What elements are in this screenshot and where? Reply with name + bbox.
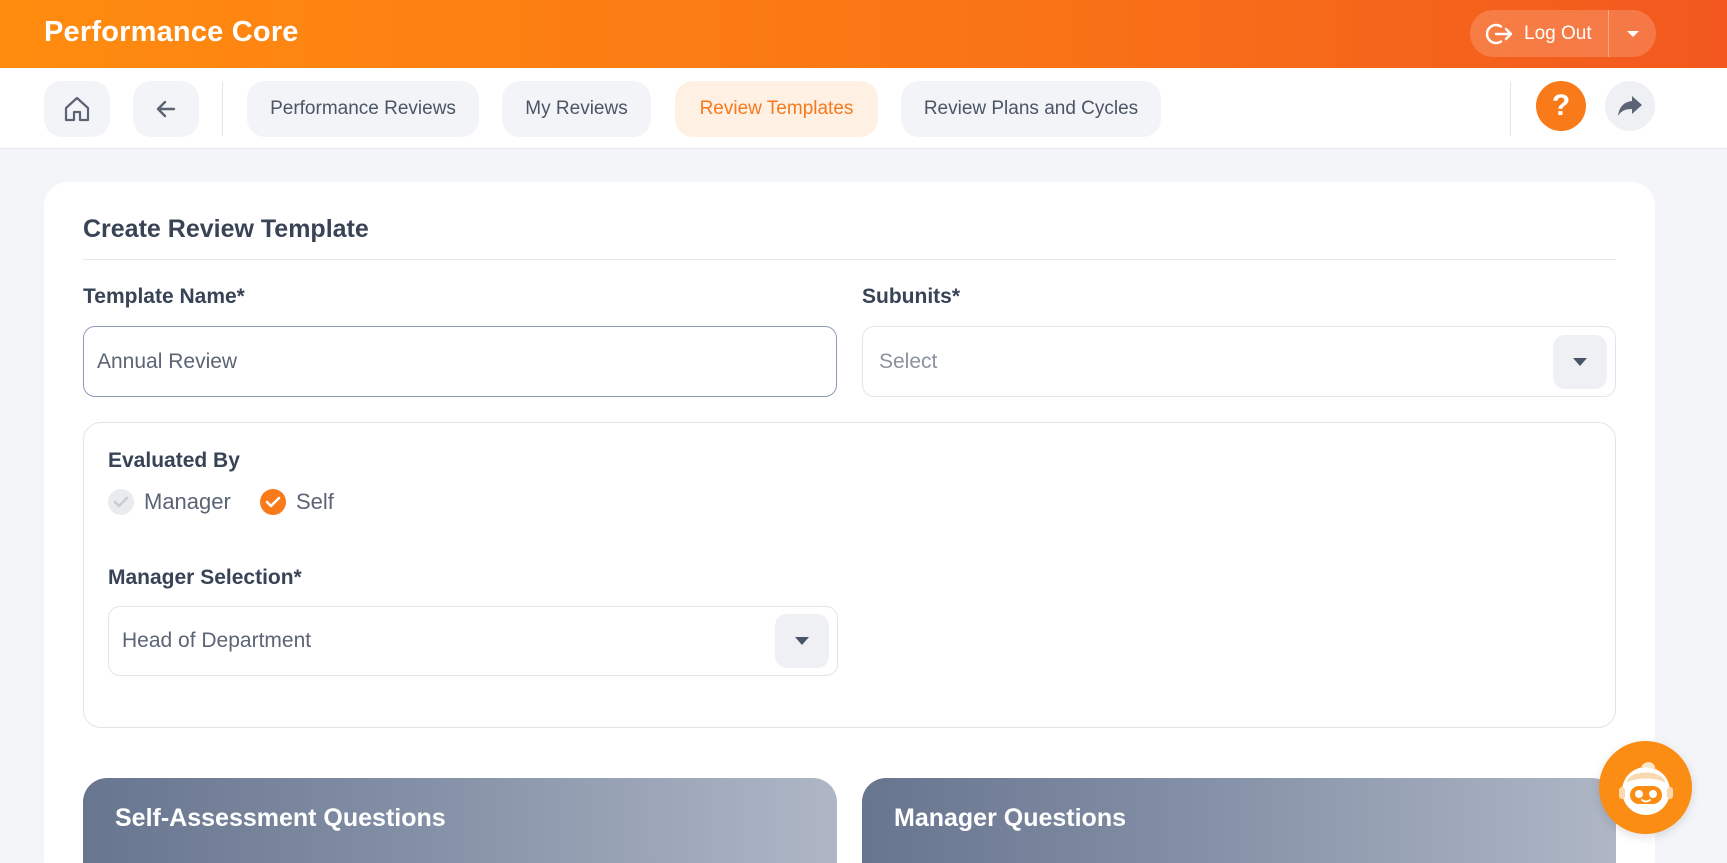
app-title: Performance Core [44,16,299,48]
question-icon: ? [1551,89,1571,122]
checkbox-checked-icon [260,489,286,515]
account-menu-toggle[interactable] [1609,10,1656,57]
manager-questions-section-header: Manager Questions [862,778,1616,863]
caret-down-icon [1626,30,1639,37]
tab-performance-reviews[interactable]: Performance Reviews [247,81,479,137]
back-button[interactable] [133,81,199,137]
nav-divider [1510,82,1511,136]
tab-my-reviews[interactable]: My Reviews [502,81,651,137]
logout-group: Log Out [1470,10,1656,57]
robot-assistant-icon [1618,761,1673,815]
nav-divider [222,82,223,136]
checkbox-disabled-icon [108,489,134,515]
manager-selection-dropdown-button[interactable] [775,614,829,668]
logout-button[interactable]: Log Out [1470,10,1608,57]
manager-questions-title: Manager Questions [894,804,1126,832]
template-name-label: Template Name* [83,285,245,308]
caret-down-icon [1573,357,1587,366]
subunits-label: Subunits* [862,285,960,308]
self-assessment-section-header: Self-Assessment Questions [83,778,837,863]
nav-bar: Performance Reviews My Reviews Review Te… [0,68,1727,149]
evaluated-by-label: Evaluated By [108,449,240,472]
manager-selection-label: Manager Selection* [108,566,302,589]
title-divider [83,259,1616,260]
caret-down-icon [795,637,809,645]
subunits-placeholder: Select [879,349,938,373]
share-button[interactable] [1605,81,1655,131]
tab-review-templates[interactable]: Review Templates [675,81,878,137]
tab-review-plans-and-cycles[interactable]: Review Plans and Cycles [901,81,1161,137]
self-checkbox[interactable]: Self [260,489,334,515]
share-arrow-icon [1618,96,1642,116]
self-assessment-title: Self-Assessment Questions [115,804,446,832]
subunits-dropdown-button[interactable] [1553,334,1607,389]
home-icon [64,96,90,122]
logout-label: Log Out [1524,22,1592,44]
page-title: Create Review Template [83,215,369,243]
manager-selection-value: Head of Department [122,629,312,652]
app-header: Performance Core Log Out [0,0,1727,68]
logout-icon [1485,23,1513,44]
assistant-chat-button[interactable] [1599,741,1692,834]
evaluation-panel: Evaluated By Manager Self Manager Select… [83,422,1616,728]
manager-checkbox[interactable]: Manager [108,489,231,515]
arrow-left-icon [156,100,176,118]
self-checkbox-label: Self [296,489,334,514]
help-button[interactable]: ? [1536,81,1586,131]
manager-checkbox-label: Manager [144,489,231,514]
template-name-input[interactable] [83,326,837,397]
home-button[interactable] [44,81,110,137]
manager-selection-select[interactable]: Head of Department [108,606,838,676]
subunits-select[interactable]: Select [862,326,1616,397]
create-template-card: Create Review Template Template Name* Su… [44,182,1655,863]
